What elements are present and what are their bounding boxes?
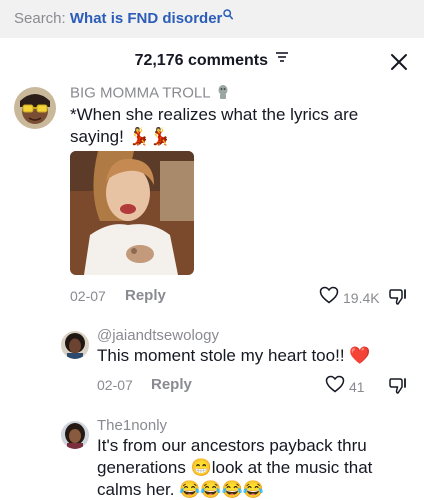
- like-count: 41: [349, 378, 365, 395]
- comment-line: *When she realizes what the lyrics are: [70, 105, 359, 124]
- comment-username[interactable]: The1nonly: [97, 417, 167, 434]
- avatar[interactable]: [61, 421, 89, 449]
- like-button[interactable]: 41: [325, 375, 365, 398]
- comment-date: 02-07: [97, 377, 133, 393]
- search-suggestion[interactable]: Search: What is FND disorder: [14, 9, 234, 27]
- filter-icon[interactable]: [275, 50, 289, 68]
- reply-button[interactable]: Reply: [151, 376, 192, 393]
- comments-count-label: 72,176 comments: [134, 52, 268, 69]
- search-prefix: Search:: [14, 10, 66, 27]
- like-count: 19.4K: [343, 289, 380, 306]
- search-icon: [223, 9, 234, 22]
- like-button[interactable]: 19.4K: [319, 286, 380, 309]
- avatar[interactable]: [14, 87, 56, 129]
- reply-button[interactable]: Reply: [125, 287, 166, 304]
- comment-line: generations 😁look at the music that: [97, 458, 373, 477]
- dislike-icon[interactable]: [388, 376, 408, 401]
- heart-icon[interactable]: [319, 286, 339, 309]
- search-bar[interactable]: Search: What is FND disorder: [0, 0, 424, 38]
- comment-line: calms her. 😂😂😂😂: [97, 480, 264, 499]
- close-icon[interactable]: [389, 52, 409, 72]
- comments-count: 72,176 comments: [0, 52, 424, 70]
- heart-icon[interactable]: [325, 375, 345, 398]
- comment-image[interactable]: [70, 151, 194, 275]
- comment-username[interactable]: BIG MOMMA TROLL: [70, 84, 229, 103]
- comment-line: This moment stole my heart too!! ❤️: [97, 346, 371, 365]
- username-text[interactable]: BIG MOMMA TROLL: [70, 84, 210, 101]
- comment-text: It's from our ancestors payback thru gen…: [97, 435, 412, 500]
- avatar[interactable]: [61, 331, 89, 359]
- comment-date: 02-07: [70, 288, 106, 304]
- comment-username[interactable]: @jaiandtsewology: [97, 327, 219, 344]
- search-query[interactable]: What is FND disorder: [70, 10, 223, 27]
- dislike-icon[interactable]: [388, 287, 408, 312]
- comment-text: *When she realizes what the lyrics are s…: [70, 104, 410, 148]
- comments-header: 72,176 comments: [0, 44, 424, 78]
- comment-line: saying! 💃💃: [70, 127, 171, 146]
- troll-badge-icon: [217, 84, 229, 103]
- comment-line: It's from our ancestors payback thru: [97, 436, 367, 455]
- comment-text: This moment stole my heart too!! ❤️: [97, 345, 407, 367]
